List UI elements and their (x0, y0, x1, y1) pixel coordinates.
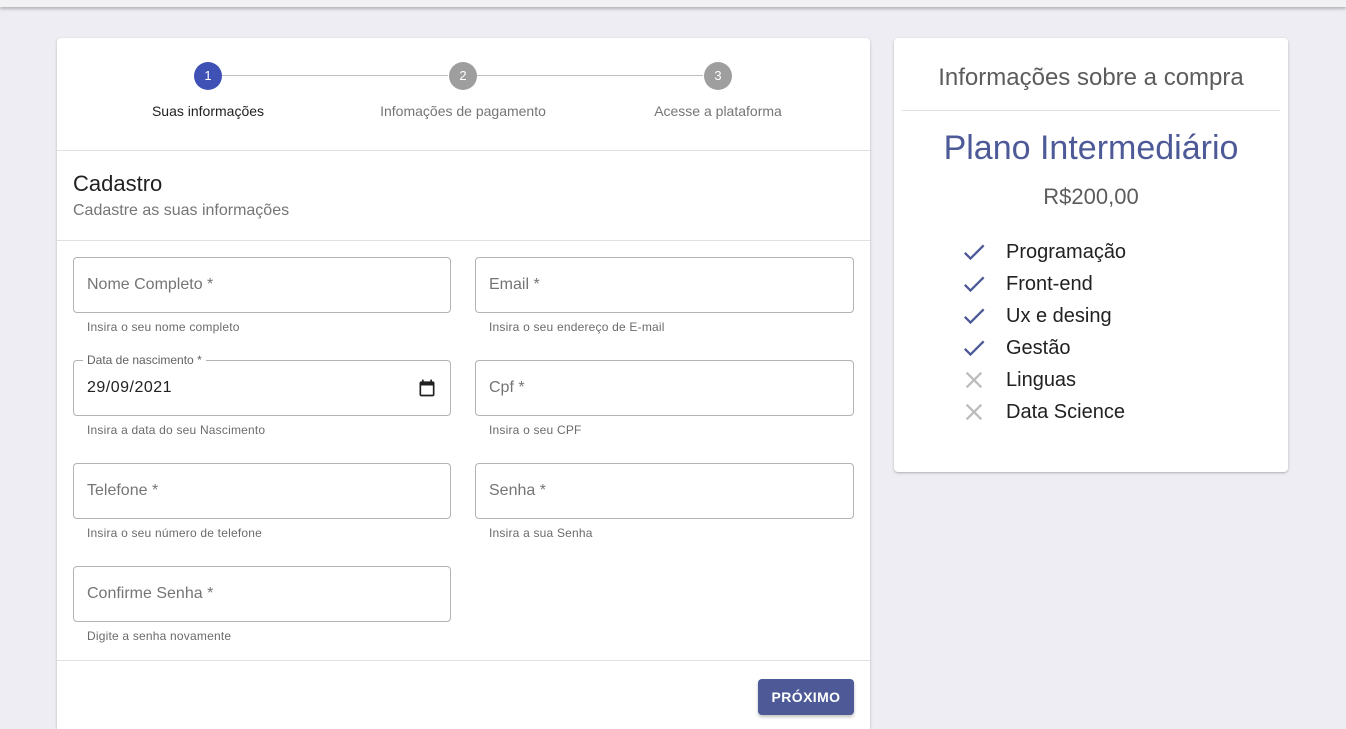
stepper: 1 Suas informações 2 Infomações de pagam… (57, 38, 870, 151)
info-title: Informações sobre a compra (938, 64, 1244, 91)
feature-label: Linguas (1006, 368, 1077, 391)
check-icon (963, 276, 985, 293)
birthdate-helper: Insira a data do seu Nascimento (87, 423, 266, 437)
birthdate-value: 29/09/2021 (87, 379, 173, 396)
phone-field: Telefone * Insira o seu número de telefo… (73, 463, 451, 540)
confirm-password-field: Confirme Senha * Digite a senha novament… (73, 566, 451, 643)
feature-item: Linguas (960, 364, 1126, 396)
feature-item: Front-end (960, 268, 1126, 300)
email-placeholder: Email * (489, 276, 540, 293)
phone-helper: Insira o seu número de telefone (87, 526, 262, 540)
feature-list: Programação Front-end Ux e desing Gestão… (960, 236, 1126, 428)
phone-placeholder: Telefone * (87, 482, 159, 499)
step-label: Suas informações (151, 103, 265, 119)
password-helper: Insira a sua Senha (489, 526, 593, 540)
phone-input[interactable]: Telefone * (73, 463, 451, 519)
page-subtitle: Cadastre as suas informações (73, 202, 290, 219)
confirm-password-input[interactable]: Confirme Senha * (73, 566, 451, 622)
step-label: Acesse a plataforma (654, 103, 782, 119)
step-label: Infomações de pagamento (380, 103, 546, 119)
step-2[interactable]: 2 Infomações de pagamento (363, 62, 563, 119)
password-field: Senha * Insira a sua Senha (475, 463, 854, 540)
step-3[interactable]: 3 Acesse a plataforma (618, 62, 818, 119)
cpf-input[interactable]: Cpf * (475, 360, 854, 416)
name-input[interactable]: Nome Completo * (73, 257, 451, 313)
check-icon (963, 244, 985, 261)
cpf-helper: Insira o seu CPF (489, 423, 582, 437)
feature-label: Ux e desing (1006, 304, 1112, 327)
check-icon (963, 308, 985, 325)
step-number: 1 (194, 62, 222, 90)
feature-item: Ux e desing (960, 300, 1126, 332)
purchase-info-card: Informações sobre a compra Plano Interme… (894, 38, 1288, 472)
step-number: 2 (449, 62, 477, 90)
plan-price: R$200,00 (1043, 184, 1139, 209)
check-icon (963, 340, 985, 357)
step-number: 3 (704, 62, 732, 90)
plan-name: Plano Intermediário (943, 129, 1239, 167)
registration-card: 1 Suas informações 2 Infomações de pagam… (57, 38, 870, 729)
confirm-password-helper: Digite a senha novamente (87, 629, 232, 643)
feature-label: Front-end (1006, 272, 1093, 295)
password-placeholder: Senha * (489, 482, 546, 499)
feature-item: Gestão (960, 332, 1126, 364)
next-button[interactable]: PRÓXIMO (758, 679, 854, 715)
feature-label: Data Science (1006, 400, 1125, 423)
step-1[interactable]: 1 Suas informações (108, 62, 308, 119)
birthdate-input[interactable]: Data de nascimento * 29/09/2021 (73, 353, 451, 416)
name-field: Nome Completo * Insira o seu nome comple… (73, 257, 451, 334)
password-input[interactable]: Senha * (475, 463, 854, 519)
email-input[interactable]: Email * (475, 257, 854, 313)
email-helper: Insira o seu endereço de E-mail (489, 320, 665, 334)
confirm-password-placeholder: Confirme Senha * (87, 585, 214, 602)
top-app-bar (0, 0, 1346, 7)
feature-item: Data Science (960, 396, 1126, 428)
calendar-icon[interactable] (417, 378, 437, 398)
close-icon (965, 403, 983, 421)
close-icon (965, 371, 983, 389)
email-field: Email * Insira o seu endereço de E-mail (475, 257, 854, 334)
feature-label: Gestão (1006, 336, 1071, 359)
feature-item: Programação (960, 236, 1126, 268)
birthdate-field: Data de nascimento * 29/09/2021 Insira a… (73, 353, 451, 437)
page-title: Cadastro (73, 171, 163, 196)
feature-label: Programação (1006, 240, 1127, 263)
form-footer: PRÓXIMO (57, 660, 870, 729)
birthdate-label: Data de nascimento * (83, 353, 206, 367)
cpf-field: Cpf * Insira o seu CPF (475, 360, 854, 437)
cpf-placeholder: Cpf * (489, 379, 525, 396)
name-helper: Insira o seu nome completo (87, 320, 240, 334)
form-header: Cadastro Cadastre as suas informações (57, 151, 870, 241)
divider (902, 110, 1280, 111)
name-placeholder: Nome Completo * (87, 276, 214, 293)
